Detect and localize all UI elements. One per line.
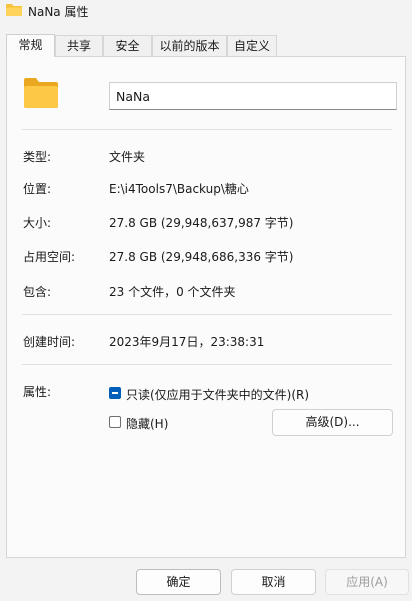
folder-name-input[interactable] [109, 82, 397, 110]
readonly-checkbox[interactable] [109, 387, 121, 399]
attributes-label: 属性: [23, 385, 52, 399]
general-panel: 类型: 文件夹 位置: E:\i4Tools7\Backup\糖心 大小: 27… [6, 56, 406, 558]
readonly-label[interactable]: 只读(仅应用于文件夹中的文件)(R) [126, 386, 309, 403]
advanced-button[interactable]: 高级(D)... [272, 409, 393, 436]
contains-value: 23 个文件，0 个文件夹 [109, 285, 236, 299]
location-value: E:\i4Tools7\Backup\糖心 [109, 182, 249, 196]
separator [22, 364, 392, 365]
created-value: 2023年9月17日，23:38:31 [109, 335, 265, 349]
tab-general[interactable]: 常规 [6, 34, 55, 57]
cancel-button[interactable]: 取消 [231, 569, 316, 595]
title-bar: NaNa 属性 [0, 0, 412, 22]
contains-label: 包含: [23, 285, 52, 299]
folder-icon [6, 4, 22, 16]
disk-size-label: 占用空间: [23, 250, 76, 264]
hidden-checkbox[interactable] [109, 416, 121, 428]
type-label: 类型: [23, 150, 52, 164]
ok-button[interactable]: 确定 [136, 569, 221, 595]
created-label: 创建时间: [23, 335, 76, 349]
type-value: 文件夹 [109, 150, 146, 164]
window-title: NaNa 属性 [28, 5, 89, 19]
tab-sharing[interactable]: 共享 [55, 35, 103, 56]
tab-security[interactable]: 安全 [103, 35, 152, 56]
tab-customize[interactable]: 自定义 [227, 35, 277, 56]
hidden-label[interactable]: 隐藏(H) [126, 415, 168, 432]
folder-icon [24, 78, 58, 108]
size-value: 27.8 GB (29,948,637,987 字节) [109, 216, 294, 230]
tab-previous-versions[interactable]: 以前的版本 [152, 35, 227, 56]
location-label: 位置: [23, 182, 52, 196]
size-label: 大小: [23, 216, 52, 230]
separator [22, 314, 392, 315]
apply-button[interactable]: 应用(A) [325, 569, 409, 595]
disk-size-value: 27.8 GB (29,948,686,336 字节) [109, 250, 294, 264]
separator [22, 129, 392, 130]
